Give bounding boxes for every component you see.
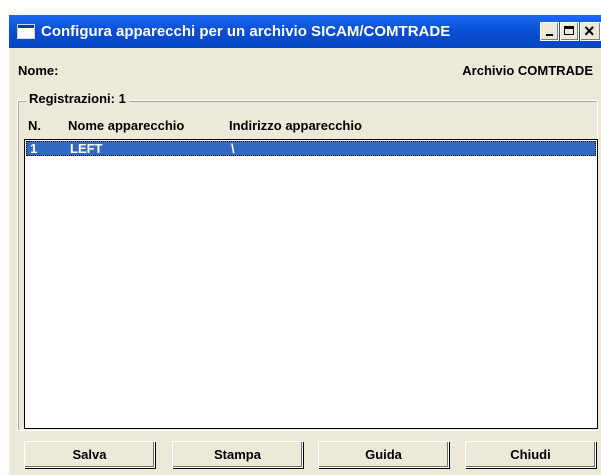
column-header-number[interactable]: N. bbox=[28, 118, 41, 133]
column-header-device-address[interactable]: Indirizzo apparecchio bbox=[229, 118, 362, 133]
row-device-address: \ bbox=[231, 141, 235, 156]
save-button[interactable]: Salva bbox=[24, 441, 155, 468]
close-icon[interactable] bbox=[580, 21, 601, 42]
help-button[interactable]: Guida bbox=[318, 441, 449, 468]
device-list[interactable]: 1 LEFT \ bbox=[24, 139, 598, 429]
minimize-icon[interactable] bbox=[540, 22, 559, 41]
title-bar[interactable]: Configura apparecchi per un archivio SIC… bbox=[9, 15, 601, 48]
column-header-device-name[interactable]: Nome apparecchio bbox=[68, 118, 184, 133]
print-button[interactable]: Stampa bbox=[172, 441, 303, 468]
name-label: Nome: bbox=[18, 63, 59, 78]
maximize-icon[interactable] bbox=[560, 22, 579, 41]
dialog-window: Configura apparecchi per un archivio SIC… bbox=[9, 15, 601, 475]
archive-type-label: Archivio COMTRADE bbox=[462, 63, 593, 78]
registrations-legend: Registrazioni: 1 bbox=[26, 91, 129, 106]
list-item[interactable]: 1 LEFT \ bbox=[26, 141, 596, 156]
window-icon bbox=[17, 24, 35, 39]
row-device-name: LEFT bbox=[70, 141, 103, 156]
row-number: 1 bbox=[30, 141, 38, 156]
close-button[interactable]: Chiudi bbox=[465, 441, 596, 468]
window-title: Configura apparecchi per un archivio SIC… bbox=[41, 23, 451, 40]
